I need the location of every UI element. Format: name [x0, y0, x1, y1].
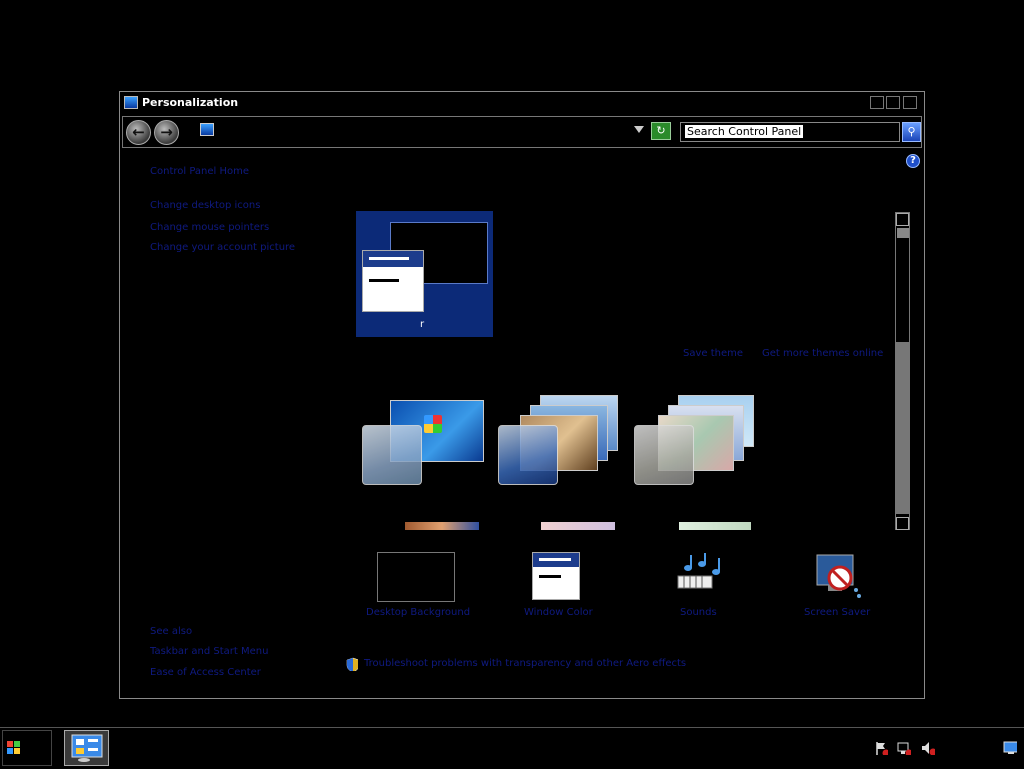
search-input[interactable]: Search Control Panel	[680, 122, 900, 142]
scroll-up-button[interactable]	[896, 213, 909, 226]
minimize-button[interactable]	[870, 96, 884, 109]
theme-window-preview	[362, 250, 424, 312]
volume-muted-icon[interactable]	[921, 741, 935, 755]
show-desktop-icon[interactable]	[1003, 741, 1017, 755]
taskbar-personalization-button[interactable]	[64, 730, 109, 766]
close-button[interactable]	[903, 96, 917, 109]
refresh-button[interactable]: ↻	[651, 122, 671, 140]
back-button[interactable]: ←	[126, 120, 151, 145]
forward-button[interactable]: →	[154, 120, 179, 145]
window-color-icon	[532, 552, 580, 600]
uac-shield-icon	[346, 657, 358, 671]
window-color-button[interactable]: Window Color	[491, 549, 621, 619]
taskbar-start-menu-link[interactable]: Taskbar and Start Menu	[150, 646, 268, 657]
control-panel-icon[interactable]	[200, 123, 214, 136]
action-center-flag-icon[interactable]	[874, 741, 888, 755]
address-bar: ← → ↻ Search Control Panel ⚲	[122, 116, 922, 148]
theme-architecture[interactable]	[498, 395, 643, 500]
theme-label: r	[420, 319, 425, 330]
screen-saver-icon	[816, 554, 861, 598]
maximize-button[interactable]	[886, 96, 900, 109]
personalization-app-icon	[71, 734, 103, 762]
desktop-background-button[interactable]: Desktop Background	[350, 549, 480, 619]
search-placeholder: Search Control Panel	[685, 125, 804, 138]
windows-logo-icon	[7, 741, 20, 754]
sounds-icon	[677, 553, 720, 589]
title-bar[interactable]: Personalization	[120, 92, 924, 114]
search-button[interactable]: ⚲	[902, 122, 921, 142]
my-theme-selected[interactable]: r	[356, 211, 493, 337]
theme-row-2-preview-3[interactable]	[679, 522, 751, 530]
screen-saver-label: Screen Saver	[804, 607, 871, 618]
scroll-thumb-marker	[897, 228, 909, 238]
see-also-heading: See also	[150, 626, 193, 637]
aero-troubleshoot-link[interactable]: Troubleshoot problems with transparency …	[364, 658, 686, 669]
scroll-thumb[interactable]	[896, 342, 909, 514]
window-title: Personalization	[142, 96, 239, 109]
theme-row-2-preview-2[interactable]	[541, 522, 615, 530]
sounds-label: Sounds	[680, 607, 717, 618]
start-button[interactable]	[2, 730, 52, 766]
desktop-background-icon	[377, 552, 455, 602]
help-button[interactable]: ?	[906, 154, 920, 168]
control-panel-home-link[interactable]: Control Panel Home	[150, 166, 249, 177]
chevron-down-icon[interactable]	[634, 126, 644, 133]
screen-saver-button[interactable]: Screen Saver	[774, 549, 904, 619]
ease-of-access-link[interactable]: Ease of Access Center	[150, 667, 261, 678]
scroll-down-button[interactable]	[896, 517, 909, 530]
personalization-window: Personalization ← → ↻ Search Control Pan…	[119, 91, 925, 699]
window-color-label: Window Color	[524, 607, 593, 618]
save-theme-link[interactable]: Save theme	[683, 348, 743, 359]
sounds-button[interactable]: Sounds	[632, 549, 762, 619]
get-more-themes-link[interactable]: Get more themes online	[762, 348, 883, 359]
theme-windows-7[interactable]	[362, 395, 507, 500]
desktop-background-label: Desktop Background	[366, 607, 471, 618]
change-desktop-icons-link[interactable]: Change desktop icons	[150, 200, 260, 211]
network-disconnected-icon[interactable]	[897, 741, 911, 755]
personalization-icon	[124, 96, 138, 109]
theme-row-2-preview-1[interactable]	[405, 522, 479, 530]
theme-characters[interactable]	[634, 395, 779, 500]
taskbar	[0, 727, 1024, 769]
change-mouse-pointers-link[interactable]: Change mouse pointers	[150, 222, 269, 233]
change-account-picture-link[interactable]: Change your account picture	[150, 242, 295, 253]
